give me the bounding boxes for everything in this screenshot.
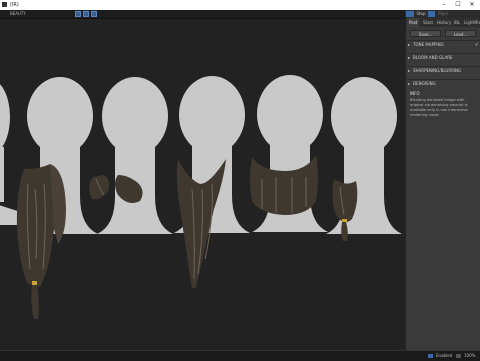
expand-arrow-icon: ▸ xyxy=(408,42,411,47)
section-sharpening-blurring[interactable]: ▸ SHARPENING/BLURRING xyxy=(406,66,480,75)
save-button[interactable]: Save... xyxy=(410,30,441,37)
tab-lightmix[interactable]: LightMix xyxy=(462,18,480,27)
render-element-select[interactable]: BEAUTY xyxy=(10,10,26,18)
viewport-toolbar: BEAUTY xyxy=(0,10,405,19)
render-image xyxy=(0,75,402,319)
pipeline-button[interactable]: Pipel xyxy=(437,11,449,17)
tab-stats[interactable]: Stats xyxy=(421,18,435,27)
expand-arrow-icon: ▸ xyxy=(408,68,411,73)
close-button[interactable]: ✕ xyxy=(465,0,479,10)
status-indicator-icon xyxy=(428,354,433,358)
section-denoising[interactable]: ▸ DENOISING xyxy=(406,79,480,88)
compare-icon[interactable] xyxy=(91,11,97,17)
zoom-icon[interactable] xyxy=(456,354,461,358)
tab-post[interactable]: Post xyxy=(407,18,420,27)
checkmark-icon[interactable]: ✓ xyxy=(475,41,479,49)
info-text: Blending denoised image with original vi… xyxy=(410,98,468,117)
section-label: BLOOM AND GLARE xyxy=(413,55,453,60)
tab-history[interactable]: History xyxy=(435,18,453,27)
info-heading: INFO xyxy=(410,91,420,96)
lock-icon[interactable] xyxy=(428,11,435,17)
status-bar: Enabled 100% xyxy=(0,350,480,361)
tab-ibl[interactable]: IBL xyxy=(452,18,462,27)
beard-long-braided xyxy=(16,164,66,319)
app-icon xyxy=(2,2,7,7)
render-icon[interactable] xyxy=(83,11,89,17)
section-tone-mapping[interactable]: ▸ TONE MAPPING ✓ xyxy=(406,40,480,49)
expand-arrow-icon: ▸ xyxy=(408,81,411,86)
load-button[interactable]: Load... xyxy=(445,30,476,37)
expand-arrow-icon: ▸ xyxy=(408,55,411,60)
region-icon[interactable] xyxy=(406,11,414,17)
section-label: DENOISING xyxy=(413,81,436,86)
post-effects-panel: Post Stats History IBL LightMix Save... … xyxy=(405,18,480,350)
render-viewport[interactable] xyxy=(0,19,405,350)
minimize-button[interactable]: – xyxy=(437,0,451,10)
panel-tabs: Post Stats History IBL LightMix xyxy=(406,18,480,27)
window-title-bar: (IR) – ☐ ✕ xyxy=(0,0,480,10)
section-label: TONE MAPPING xyxy=(413,42,444,47)
maximize-button[interactable]: ☐ xyxy=(451,0,465,10)
section-bloom-and-glare[interactable]: ▸ BLOOM AND GLARE xyxy=(406,53,480,62)
stop-button[interactable]: Stop xyxy=(416,11,426,17)
view-icon[interactable] xyxy=(75,11,81,17)
window-title: (IR) xyxy=(10,2,19,8)
section-label: SHARPENING/BLURRING xyxy=(413,68,462,73)
